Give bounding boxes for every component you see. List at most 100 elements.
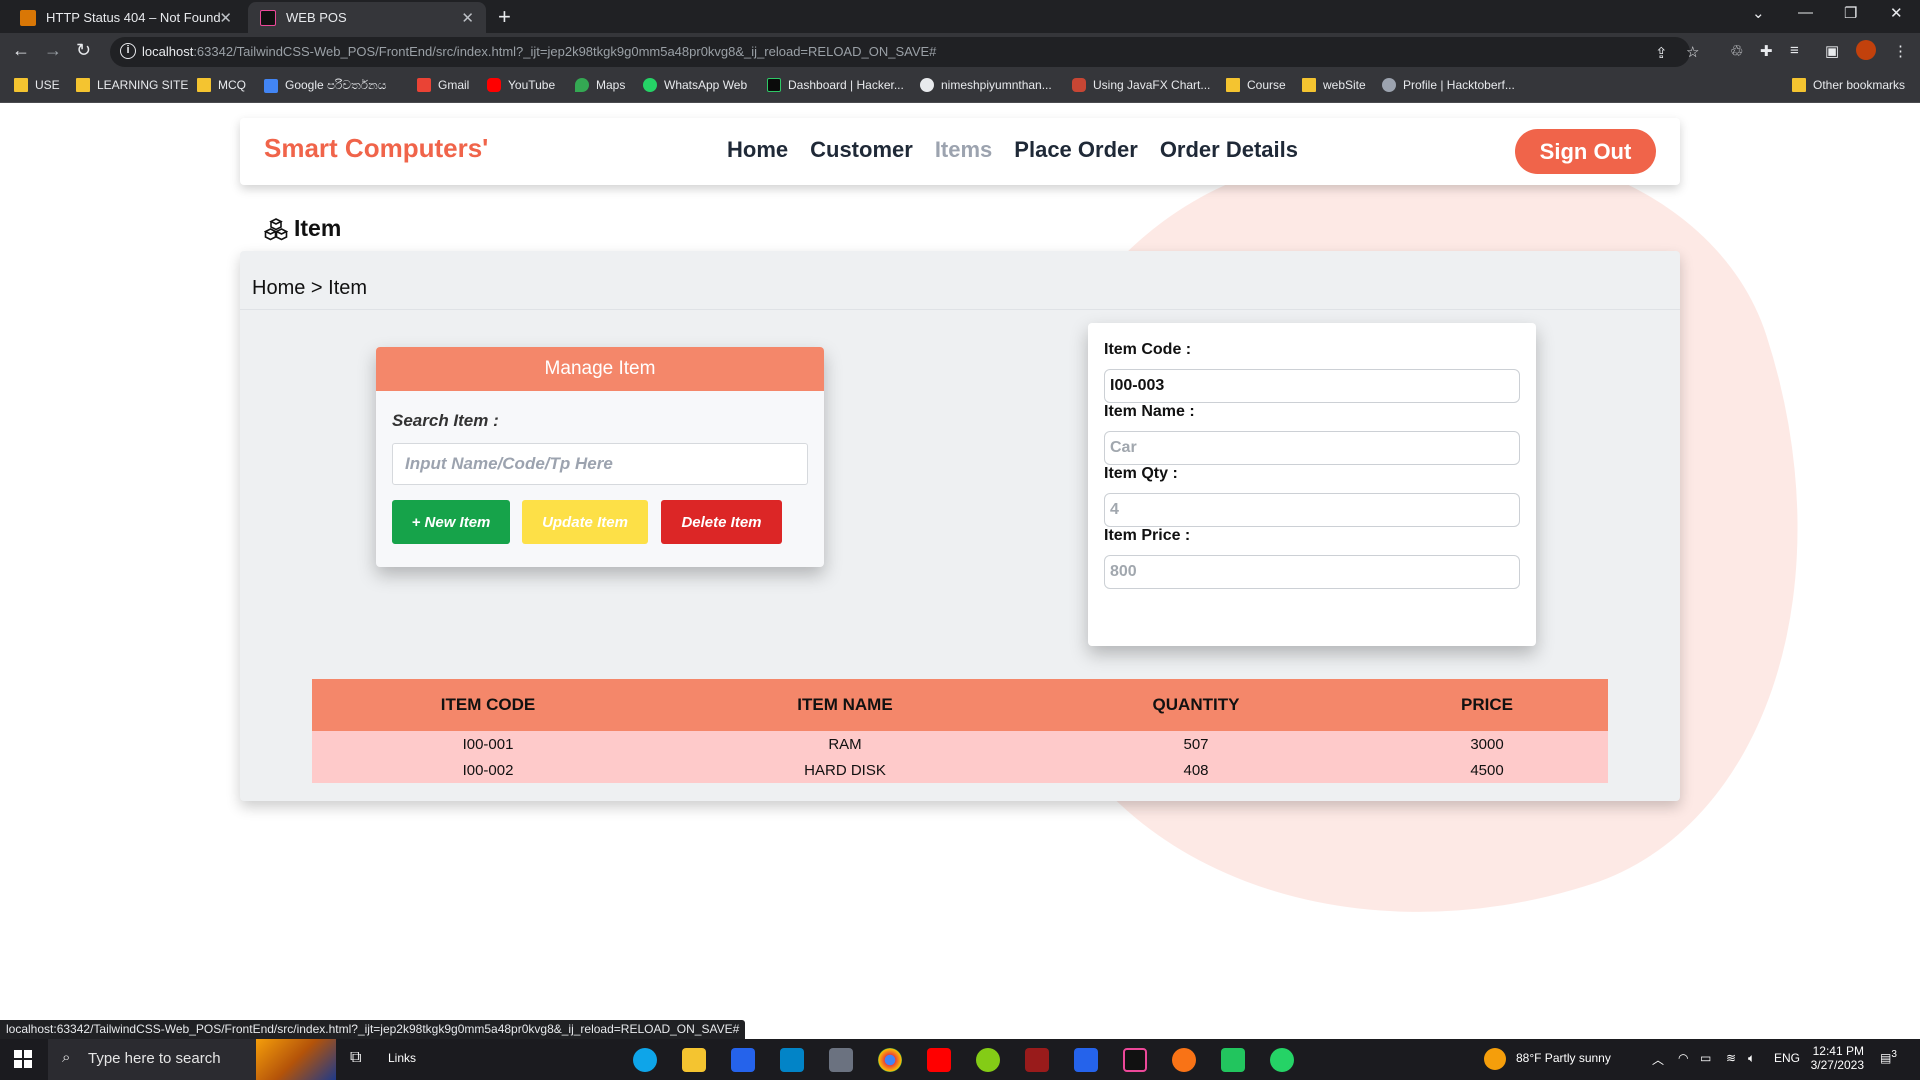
- vscode-icon[interactable]: [1074, 1048, 1098, 1072]
- table-row[interactable]: I00-001 RAM 507 3000: [312, 731, 1608, 757]
- brand-logo[interactable]: Smart Computers': [264, 133, 488, 164]
- whatsapp-app-icon[interactable]: [1270, 1048, 1294, 1072]
- bookmark-youtube[interactable]: YouTube: [487, 78, 555, 92]
- status-bar-url: localhost:63342/TailwindCSS-Web_POS/Fron…: [0, 1020, 746, 1039]
- item-name-label: Item Name :: [1104, 403, 1195, 420]
- item-name-field[interactable]: [1104, 431, 1520, 465]
- window-close-icon[interactable]: ✕: [1890, 4, 1903, 22]
- share-icon[interactable]: ⇪: [1655, 44, 1668, 62]
- browser-tab-webpos[interactable]: WEB POS ✕: [248, 2, 486, 33]
- minimize-icon[interactable]: —: [1798, 4, 1813, 21]
- profile-avatar-icon[interactable]: [1856, 40, 1876, 60]
- bookmark-whatsapp[interactable]: WhatsApp Web: [643, 78, 747, 92]
- nav-place-order[interactable]: Place Order: [1014, 137, 1138, 163]
- item-price-field[interactable]: [1104, 555, 1520, 589]
- weather-icon[interactable]: [1484, 1048, 1506, 1070]
- nav-customer[interactable]: Customer: [810, 137, 913, 163]
- notification-icon[interactable]: ▤3: [1880, 1049, 1897, 1065]
- bookmark-google-translate[interactable]: Google පරිවර්තනය: [264, 78, 386, 93]
- search-highlight-art: [256, 1039, 336, 1080]
- taskbar-search-box[interactable]: ⌕ Type here to search: [48, 1039, 336, 1080]
- bookmark-hackerrank[interactable]: Dashboard | Hacker...: [767, 78, 904, 92]
- battery-icon[interactable]: ▭: [1700, 1051, 1711, 1065]
- new-item-button[interactable]: + New Item: [392, 500, 510, 544]
- tab-search-icon[interactable]: ⌄: [1752, 4, 1765, 22]
- browser-toolbar: ← → ↻ i localhost:63342/TailwindCSS-Web_…: [0, 33, 1920, 71]
- update-item-button[interactable]: Update Item: [522, 500, 648, 544]
- bookmark-github[interactable]: nimeshpiyumnthan...: [920, 78, 1052, 92]
- side-panel-icon[interactable]: ▣: [1825, 42, 1839, 60]
- app-red-icon[interactable]: [1025, 1048, 1049, 1072]
- firefox-icon[interactable]: [1172, 1048, 1196, 1072]
- close-icon[interactable]: ✕: [219, 9, 232, 27]
- clock[interactable]: 12:41 PM 3/27/2023: [1810, 1044, 1864, 1072]
- bookmark-star-icon[interactable]: ☆: [1686, 43, 1699, 61]
- bookmark-javafx[interactable]: Using JavaFX Chart...: [1072, 78, 1210, 92]
- bookmark-gmail[interactable]: Gmail: [417, 78, 469, 92]
- task-view-icon[interactable]: ⧉: [350, 1049, 361, 1067]
- file-explorer-icon[interactable]: [682, 1048, 706, 1072]
- new-tab-icon[interactable]: +: [498, 4, 511, 30]
- tray-chevron-icon[interactable]: ︿: [1652, 1051, 1664, 1068]
- extensions-icon[interactable]: ✚: [1760, 42, 1773, 60]
- gmail-icon: [417, 78, 431, 92]
- app-icon[interactable]: [976, 1048, 1000, 1072]
- youtube-app-icon[interactable]: [927, 1048, 951, 1072]
- tab-title: HTTP Status 404 – Not Found: [46, 10, 221, 25]
- folder-icon: [1302, 78, 1316, 92]
- intellij-icon[interactable]: [1123, 1048, 1147, 1072]
- nav-home[interactable]: Home: [727, 137, 788, 163]
- table-row[interactable]: I00-002 HARD DISK 408 4500: [312, 757, 1608, 783]
- back-icon[interactable]: ←: [12, 40, 30, 61]
- item-qty-field[interactable]: [1104, 493, 1520, 527]
- tomcat-favicon-icon: [20, 9, 36, 26]
- bookmark-course[interactable]: Course: [1226, 78, 1286, 92]
- language-indicator[interactable]: ENG: [1774, 1051, 1800, 1065]
- extension-recycle-icon[interactable]: ♲: [1730, 42, 1743, 60]
- restore-icon[interactable]: ❐: [1844, 4, 1857, 22]
- google-translate-icon: [264, 78, 278, 93]
- reload-icon[interactable]: ↻: [76, 40, 91, 61]
- nav-items[interactable]: Items: [935, 137, 992, 163]
- browser-tab-404[interactable]: HTTP Status 404 – Not Found ✕: [8, 2, 244, 33]
- tab-title: WEB POS: [286, 10, 347, 25]
- bookmark-mcq[interactable]: MCQ: [197, 78, 246, 92]
- windows-start-icon[interactable]: [14, 1050, 32, 1068]
- time-text: 12:41 PM: [1812, 1044, 1864, 1058]
- folder-icon: [76, 78, 90, 92]
- other-bookmarks[interactable]: Other bookmarks: [1792, 78, 1905, 92]
- chrome-icon[interactable]: [878, 1048, 902, 1072]
- address-bar[interactable]: i localhost:63342/TailwindCSS-Web_POS/Fr…: [110, 37, 1699, 67]
- app-green-icon[interactable]: [1221, 1048, 1245, 1072]
- media-queue-icon[interactable]: ≡: [1790, 42, 1799, 59]
- delete-item-button[interactable]: Delete Item: [661, 500, 782, 544]
- manage-item-card: Manage Item Search Item : + New Item Upd…: [376, 347, 824, 567]
- explorer-app-icon[interactable]: [829, 1048, 853, 1072]
- weather-text[interactable]: 88°F Partly sunny: [1516, 1051, 1611, 1065]
- close-icon[interactable]: ✕: [461, 9, 474, 27]
- app-header: Smart Computers' Home Customer Items Pla…: [240, 118, 1680, 185]
- edge-icon[interactable]: [633, 1048, 657, 1072]
- forward-icon[interactable]: →: [44, 40, 62, 61]
- links-toolbar[interactable]: Links: [388, 1051, 416, 1065]
- item-code-field[interactable]: [1104, 369, 1520, 403]
- windows-taskbar: ⌕ Type here to search ⧉ Links 88°F Partl…: [0, 1039, 1920, 1080]
- wifi-icon[interactable]: ≋: [1726, 1051, 1736, 1065]
- bookmark-learning-site[interactable]: LEARNING SITE: [76, 78, 188, 92]
- volume-icon[interactable]: 🔈︎: [1748, 1051, 1755, 1066]
- cell-quantity: 408: [1026, 757, 1366, 783]
- nav-order-details[interactable]: Order Details: [1160, 137, 1298, 163]
- bookmark-use[interactable]: USE: [14, 78, 60, 92]
- sign-out-button[interactable]: Sign Out: [1515, 129, 1656, 174]
- site-info-icon[interactable]: i: [120, 43, 136, 59]
- mail-icon[interactable]: [780, 1048, 804, 1072]
- breadcrumb: Home > Item: [252, 277, 368, 299]
- store-icon[interactable]: [731, 1048, 755, 1072]
- network-icon[interactable]: ◠: [1678, 1051, 1688, 1065]
- bookmark-hacktoberfest[interactable]: Profile | Hacktoberf...: [1382, 78, 1515, 92]
- bookmark-maps[interactable]: Maps: [575, 78, 625, 92]
- search-input[interactable]: [392, 443, 808, 485]
- search-label: Search Item :: [392, 411, 499, 430]
- menu-kebab-icon[interactable]: ⋮: [1893, 42, 1908, 60]
- bookmark-website[interactable]: webSite: [1302, 78, 1366, 92]
